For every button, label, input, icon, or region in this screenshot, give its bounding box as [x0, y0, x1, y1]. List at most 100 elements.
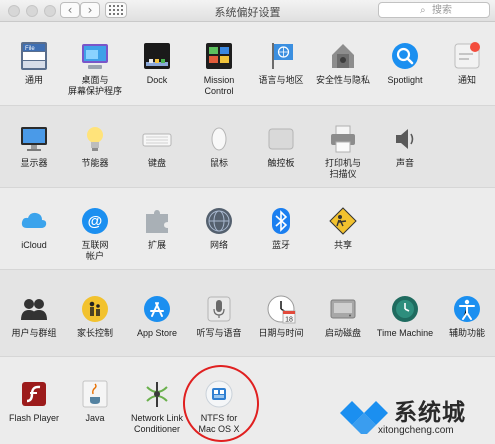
general-icon-text: File — [25, 46, 35, 52]
java-icon — [80, 379, 110, 409]
pref-dictation-speech[interactable]: 听写与语音 — [188, 294, 250, 339]
startup-disk-icon — [328, 294, 358, 324]
pref-keyboard[interactable]: 键盘 — [126, 124, 188, 169]
general-icon: File — [19, 41, 49, 71]
pref-label: Flash Player — [8, 413, 60, 423]
pref-label: 声音 — [395, 158, 414, 168]
internet-accounts-icon-text: @ — [88, 213, 103, 230]
pref-flash-player[interactable]: Flash Player — [3, 379, 65, 424]
pref-users-groups[interactable]: 用户与群组 — [3, 294, 65, 339]
pref-network-link-conditioner[interactable]: Network Link Conditioner — [126, 379, 188, 435]
pref-general[interactable]: File 通用 — [3, 41, 65, 86]
flash-player-icon — [19, 379, 49, 409]
pref-label: 启动磁盘 — [324, 328, 361, 338]
pref-label: Dock — [146, 75, 168, 85]
watermark: 系统城 xitongcheng.com — [338, 392, 493, 442]
pref-time-machine[interactable]: Time Machine — [374, 294, 436, 339]
pref-startup-disk[interactable]: 启动磁盘 — [312, 294, 374, 339]
system-preferences-window: ‹ › 系统偏好设置 ⌕ 搜索 File 通用 桌面与 屏幕保护程序 Dock … — [0, 0, 495, 444]
pref-label: 桌面与 屏幕保护程序 — [67, 75, 122, 96]
pref-label: 安全性与隐私 — [315, 75, 370, 85]
pref-label: 网络 — [209, 240, 228, 250]
mouse-icon — [204, 124, 234, 154]
search-input[interactable]: ⌕ 搜索 — [378, 2, 490, 18]
pref-parental-controls[interactable]: 家长控制 — [64, 294, 126, 339]
pref-trackpad[interactable]: 触控板 — [250, 124, 312, 169]
printer-icon — [328, 124, 358, 154]
pref-label: 节能器 — [81, 158, 109, 168]
pref-label: Spotlight — [387, 75, 423, 85]
pref-dock[interactable]: Dock — [126, 41, 188, 86]
pref-label: 键盘 — [147, 158, 166, 168]
pref-app-store[interactable]: App Store — [126, 294, 188, 339]
pref-label: 用户与群组 — [11, 328, 57, 338]
pref-sharing[interactable]: 共享 — [312, 206, 374, 251]
pref-label: 日期与时间 — [258, 328, 304, 338]
language-region-icon — [266, 41, 296, 71]
pref-mouse[interactable]: 鼠标 — [188, 124, 250, 169]
pref-notifications[interactable]: 通知 — [436, 41, 495, 86]
pref-label: 互联网 帐户 — [81, 240, 109, 261]
pref-displays[interactable]: 显示器 — [3, 124, 65, 169]
pref-label: 显示器 — [20, 158, 48, 168]
pref-label: 家长控制 — [76, 328, 113, 338]
pref-network[interactable]: 网络 — [188, 206, 250, 251]
pref-mission-control[interactable]: Mission Control — [188, 41, 250, 97]
pref-extensions[interactable]: 扩展 — [126, 206, 188, 251]
accessibility-icon — [452, 294, 482, 324]
internet-accounts-icon: @ — [80, 206, 110, 236]
pref-label: 触控板 — [267, 158, 295, 168]
section-system: 用户与群组 家长控制 App Store 听写与语音 18 日期与时间 启动磁盘… — [0, 269, 495, 356]
sound-icon — [390, 124, 420, 154]
pref-label: 扩展 — [147, 240, 166, 250]
pref-label: Java — [85, 413, 105, 423]
pref-label: 通知 — [457, 75, 476, 85]
date-time-icon-text: 18 — [285, 317, 293, 324]
security-icon — [328, 41, 358, 71]
desktop-icon — [80, 41, 110, 71]
pref-accessibility[interactable]: 辅助功能 — [436, 294, 495, 339]
pref-label: 鼠标 — [209, 158, 228, 168]
network-link-conditioner-icon — [142, 379, 172, 409]
bluetooth-icon — [266, 206, 296, 236]
pref-sound[interactable]: 声音 — [374, 124, 436, 169]
pref-label: 语言与地区 — [258, 75, 304, 85]
sharing-icon — [328, 206, 358, 236]
pref-label: 辅助功能 — [448, 328, 485, 338]
section-hardware: 显示器 节能器 键盘 鼠标 触控板 打印机与 扫描仪 声音 — [0, 105, 495, 187]
pref-icloud[interactable]: iCloud — [3, 206, 65, 251]
pref-label: Mission Control — [203, 75, 235, 96]
section-personal: File 通用 桌面与 屏幕保护程序 Dock Mission Control … — [0, 22, 495, 105]
pref-bluetooth[interactable]: 蓝牙 — [250, 206, 312, 251]
pref-label: 通用 — [24, 75, 43, 85]
pref-desktop-screensaver[interactable]: 桌面与 屏幕保护程序 — [64, 41, 126, 97]
network-icon — [204, 206, 234, 236]
pref-date-time[interactable]: 18 日期与时间 — [250, 294, 312, 339]
spotlight-icon — [390, 41, 420, 71]
pref-spotlight[interactable]: Spotlight — [374, 41, 436, 86]
search-placeholder: 搜索 — [432, 5, 452, 16]
trackpad-icon — [266, 124, 296, 154]
pref-java[interactable]: Java — [64, 379, 126, 424]
pref-language-region[interactable]: 语言与地区 — [250, 41, 312, 86]
pref-label: 打印机与 扫描仪 — [324, 158, 361, 179]
toolbar: ‹ › 系统偏好设置 ⌕ 搜索 — [0, 0, 495, 22]
pref-label: App Store — [136, 328, 178, 338]
dock-icon — [142, 41, 172, 71]
pref-internet-accounts[interactable]: @ 互联网 帐户 — [64, 206, 126, 262]
app-store-icon — [142, 294, 172, 324]
pref-label: 听写与语音 — [196, 328, 242, 338]
pref-printers-scanners[interactable]: 打印机与 扫描仪 — [312, 124, 374, 180]
extensions-icon — [142, 206, 172, 236]
dictation-icon — [204, 294, 234, 324]
pref-energy-saver[interactable]: 节能器 — [64, 124, 126, 169]
watermark-url: xitongcheng.com — [378, 425, 454, 436]
pref-security-privacy[interactable]: 安全性与隐私 — [312, 41, 374, 86]
section-internet: iCloud @ 互联网 帐户 扩展 网络 蓝牙 共享 — [0, 187, 495, 269]
notifications-icon — [452, 41, 482, 71]
watermark-brand: 系统城 — [394, 400, 466, 426]
pref-label: 蓝牙 — [271, 240, 290, 250]
date-time-icon: 18 — [266, 294, 296, 324]
icloud-icon — [19, 206, 49, 236]
parental-controls-icon — [80, 294, 110, 324]
